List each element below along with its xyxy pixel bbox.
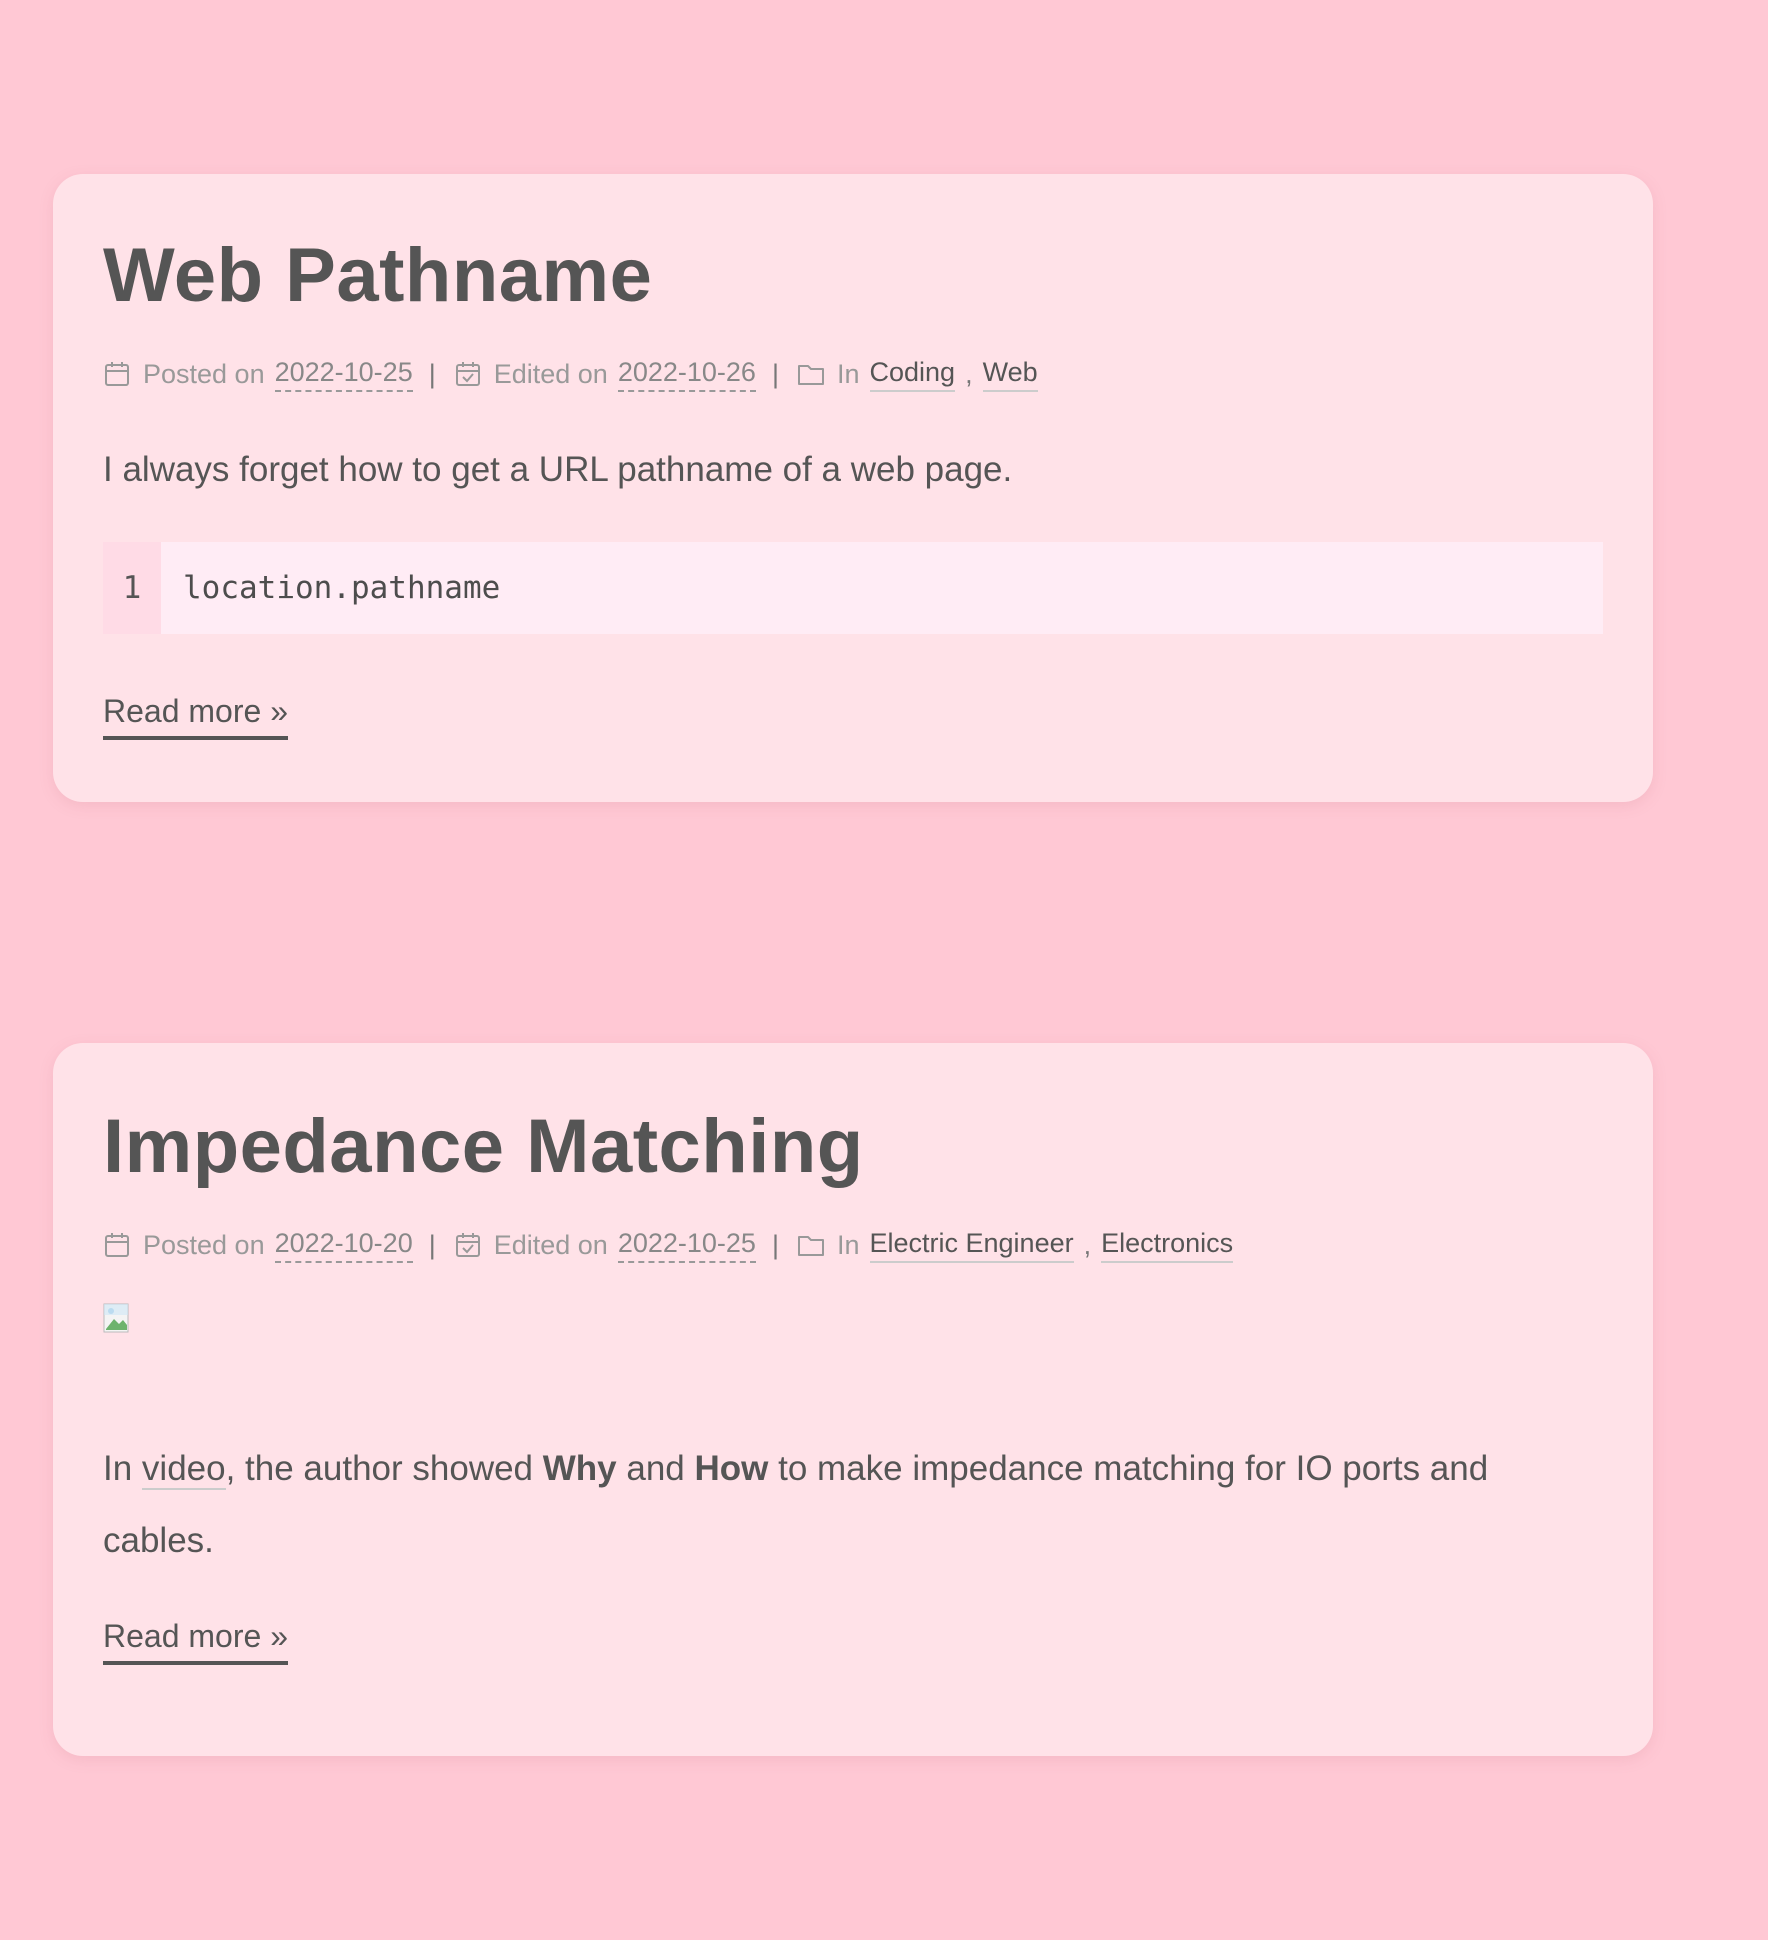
- video-link[interactable]: video: [141, 1449, 226, 1490]
- meta-separator: |: [428, 1229, 436, 1260]
- edited-date: 2022-10-26: [617, 357, 756, 392]
- posted-label: Posted on: [143, 1229, 265, 1260]
- post-excerpt: I always forget how to get a URL pathnam…: [103, 450, 1013, 489]
- read-more-link[interactable]: Read more »: [103, 692, 288, 741]
- meta-separator: |: [428, 358, 436, 389]
- category-link-web[interactable]: Web: [982, 357, 1038, 392]
- excerpt-bold-how: How: [694, 1449, 769, 1488]
- excerpt-text: , the author showed: [225, 1449, 543, 1488]
- excerpt-text: and: [616, 1449, 695, 1488]
- post-title[interactable]: Impedance Matching: [103, 1043, 1603, 1185]
- meta-separator: |: [771, 1229, 779, 1260]
- meta-separator: |: [771, 358, 779, 389]
- edited-label: Edited on: [493, 358, 608, 389]
- post-card: Web Pathname Posted on 2022-10-25 | Edit…: [53, 174, 1653, 802]
- edited-label: Edited on: [493, 1229, 608, 1260]
- posted-label: Posted on: [143, 358, 265, 389]
- category-link-electric-engineer[interactable]: Electric Engineer: [869, 1228, 1074, 1263]
- excerpt-bold-why: Why: [542, 1449, 617, 1488]
- post-excerpt: In video, the author showed Why and How …: [103, 1433, 1603, 1577]
- category-comma: ,: [965, 358, 973, 389]
- calendar-icon: [103, 360, 131, 388]
- post-meta: Posted on 2022-10-20 | Edited on 2022-10…: [103, 1225, 1603, 1265]
- post-title[interactable]: Web Pathname: [103, 174, 1603, 314]
- folder-icon: [797, 1231, 825, 1259]
- posted-date: 2022-10-20: [274, 1228, 413, 1263]
- posted-date: 2022-10-25: [274, 357, 413, 392]
- edited-date: 2022-10-25: [617, 1228, 756, 1263]
- code-line: location.pathname: [183, 570, 501, 606]
- read-more-link[interactable]: Read more »: [103, 1617, 288, 1666]
- category-comma: ,: [1083, 1229, 1092, 1260]
- excerpt-text: In: [103, 1449, 142, 1488]
- calendar-icon: [103, 1231, 131, 1259]
- calendar-check-icon: [454, 1231, 482, 1259]
- calendar-check-icon: [454, 360, 482, 388]
- code-block: 1 location.pathname: [103, 542, 1603, 634]
- category-link-electronics[interactable]: Electronics: [1101, 1228, 1234, 1263]
- folder-icon: [797, 360, 825, 388]
- in-label: In: [836, 1229, 860, 1260]
- category-link-coding[interactable]: Coding: [869, 357, 956, 392]
- post-card: Impedance Matching Posted on 2022-10-20 …: [53, 1043, 1653, 1756]
- broken-image-icon: [103, 1303, 135, 1335]
- code-line-number: 1: [103, 542, 161, 634]
- post-meta: Posted on 2022-10-25 | Edited on 2022-10…: [103, 354, 1603, 394]
- in-label: In: [836, 358, 860, 389]
